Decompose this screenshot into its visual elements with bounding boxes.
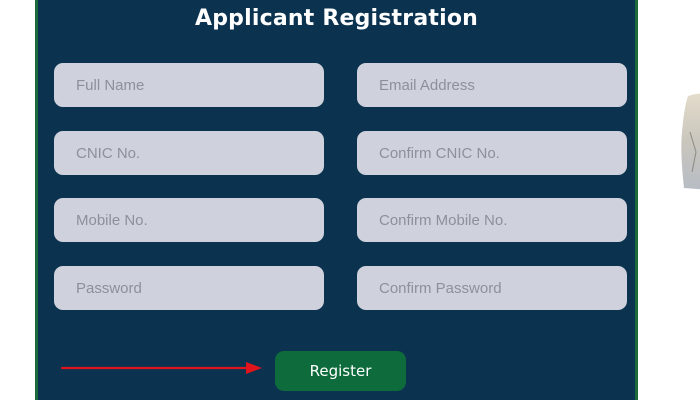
confirm-mobile-input[interactable] (357, 198, 627, 242)
cnic-input[interactable] (54, 131, 324, 175)
confirm-password-input[interactable] (357, 266, 627, 310)
mobile-input[interactable] (54, 198, 324, 242)
registration-form-panel: Applicant Registration Register (35, 0, 638, 400)
form-title: Applicant Registration (194, 6, 479, 31)
page: Applicant Registration Register (0, 0, 700, 400)
password-input[interactable] (54, 266, 324, 310)
arrow-right-icon (60, 362, 262, 374)
email-input[interactable] (357, 63, 627, 107)
side-photo-fragment (681, 93, 700, 190)
register-button[interactable]: Register (275, 351, 406, 391)
confirm-cnic-input[interactable] (357, 131, 627, 175)
full-name-input[interactable] (54, 63, 324, 107)
